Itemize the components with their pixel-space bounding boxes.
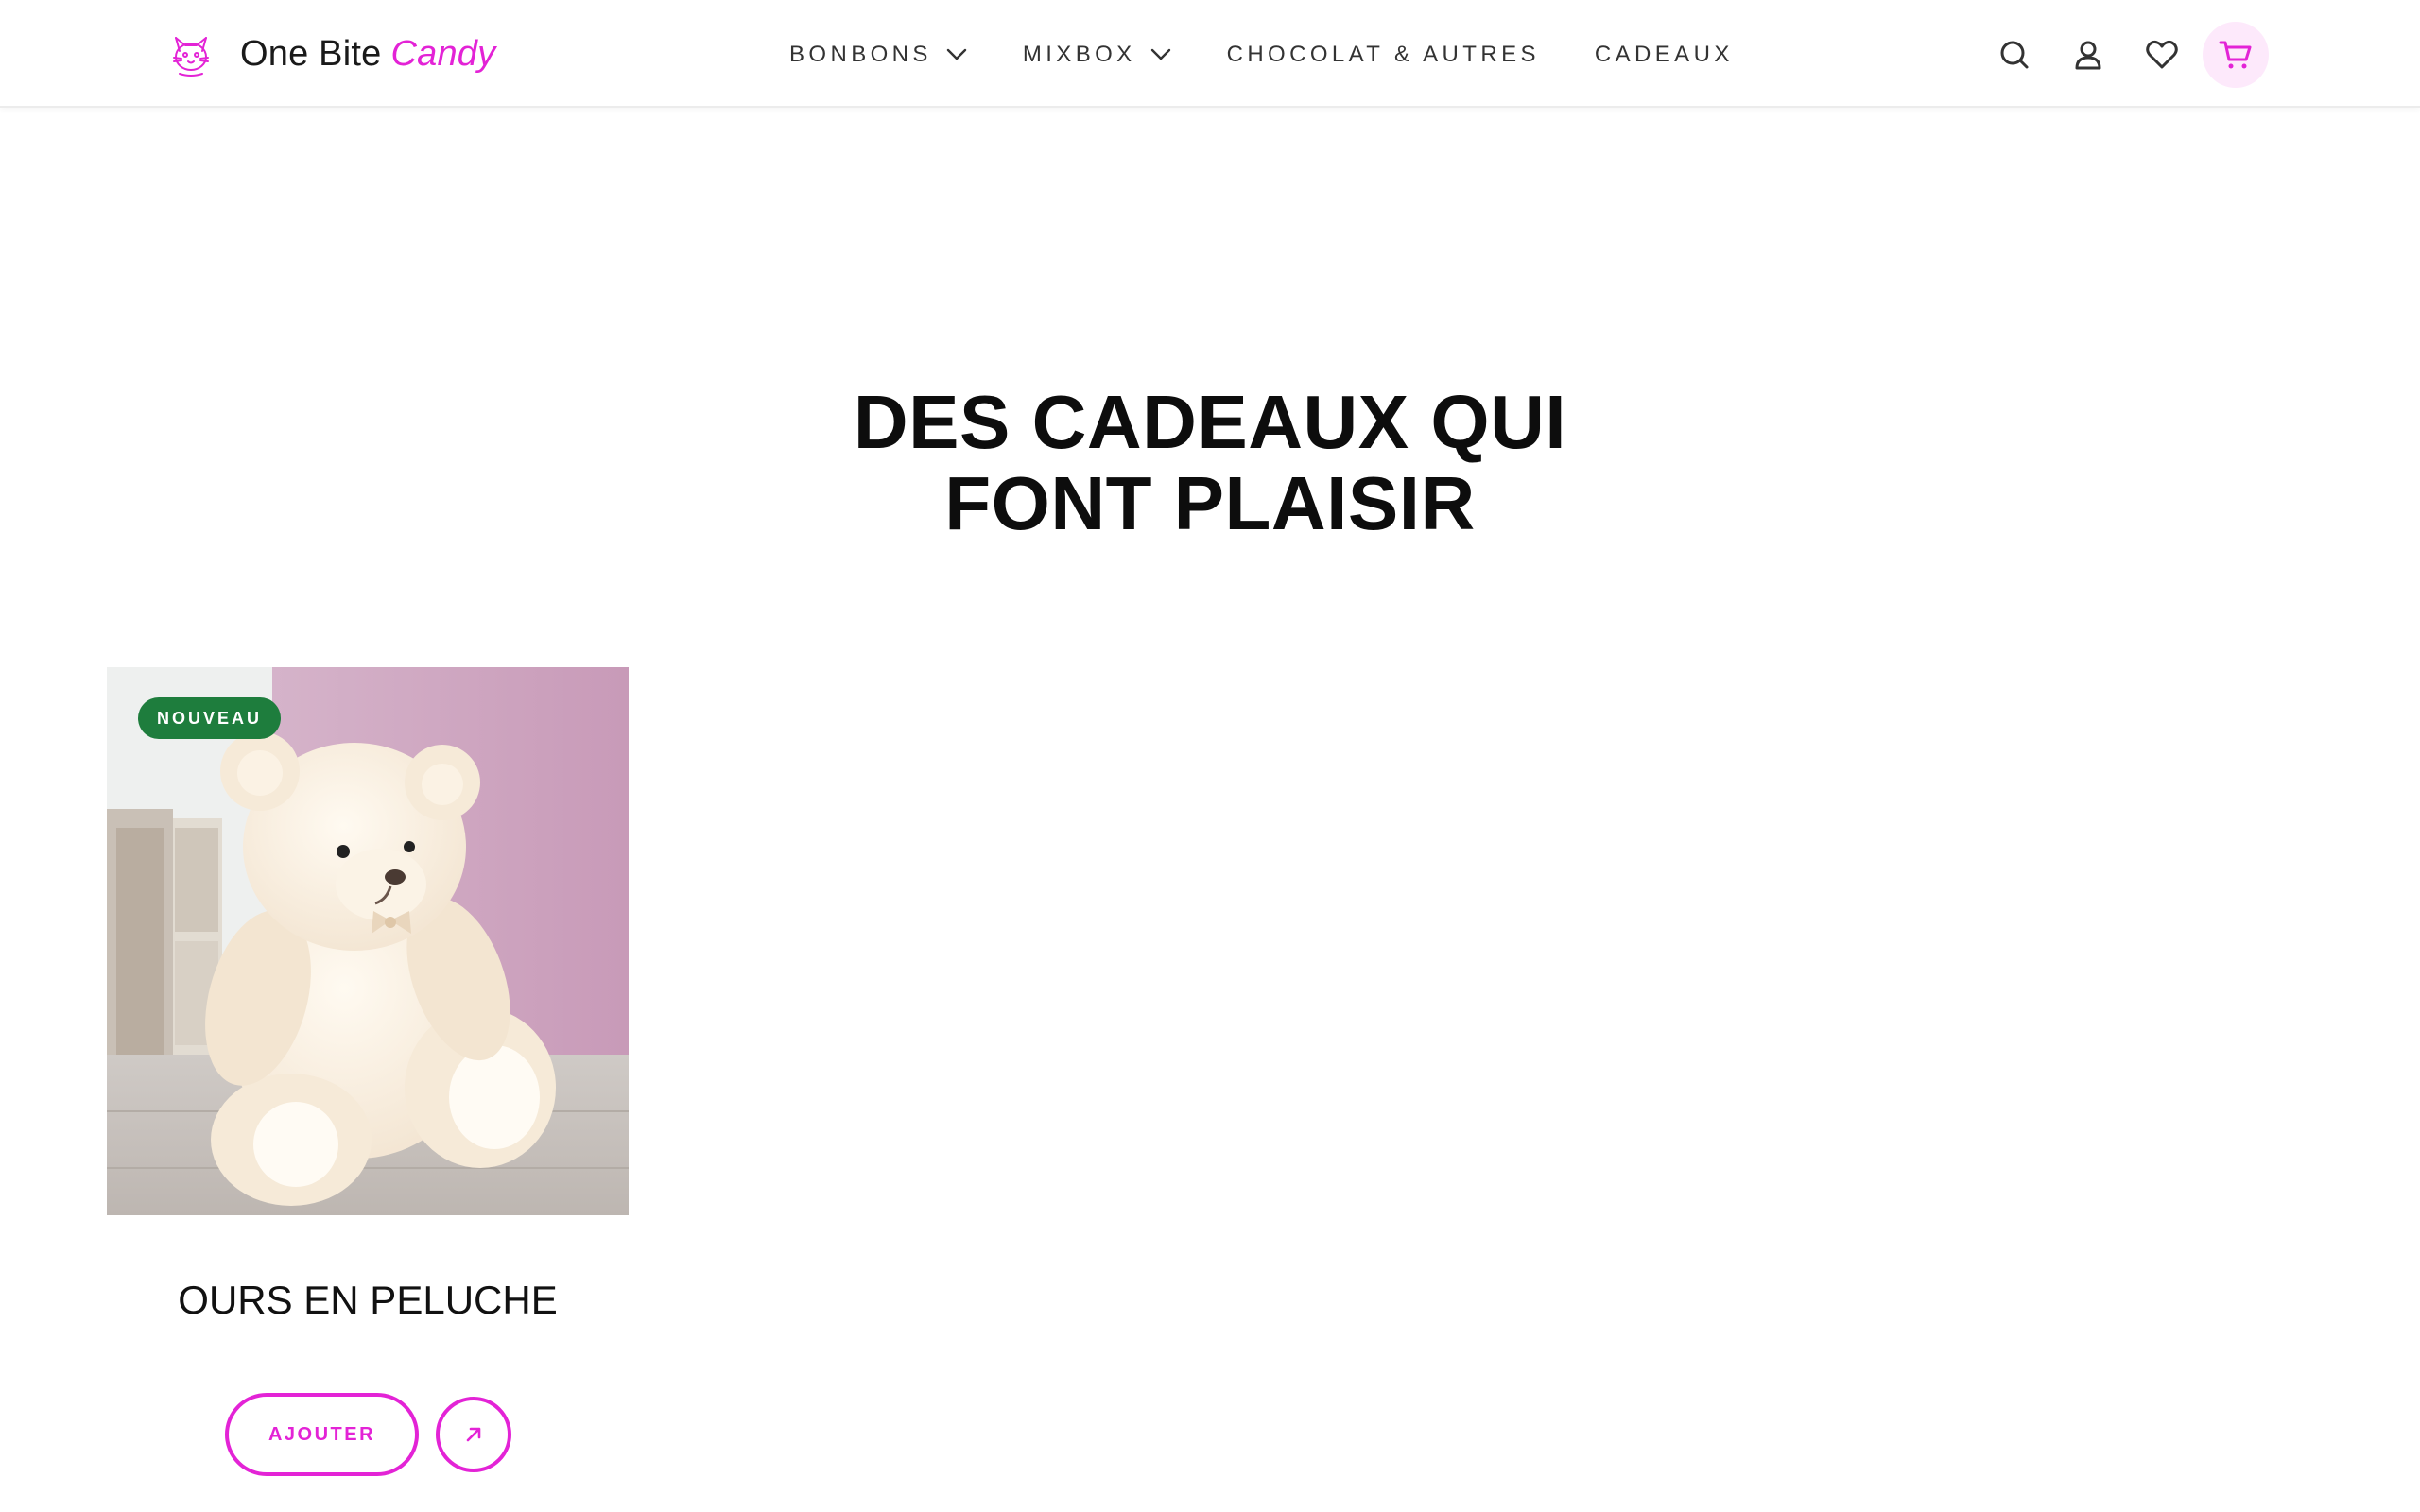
heart-icon [2146, 40, 2178, 69]
nav-item-label: BONBONS [789, 42, 932, 67]
chevron-down-icon [1150, 48, 1170, 60]
view-product-button[interactable] [436, 1397, 511, 1472]
search-button[interactable] [1981, 22, 2048, 88]
main-nav: BONBONS MIXBOX CHOCOLAT & AUTRES CADEAUX [789, 36, 1734, 74]
page-title: DES CADEAUX QUI FONT PLAISIR [853, 380, 1567, 545]
teddy-bear-photo [107, 667, 629, 1215]
product-name[interactable]: OURS EN PELUCHE [107, 1278, 629, 1323]
account-button[interactable] [2055, 22, 2121, 88]
nav-item-label: CHOCOLAT & AUTRES [1226, 42, 1540, 67]
brand-logo[interactable]: One Bite Candy [166, 28, 495, 79]
nav-item-chocolat[interactable]: CHOCOLAT & AUTRES [1227, 42, 1540, 68]
nav-item-label: MIXBOX [1022, 42, 1136, 67]
wishlist-button[interactable] [2129, 22, 2195, 88]
nav-item-label: CADEAUX [1594, 42, 1734, 67]
product-actions: AJOUTER [225, 1393, 511, 1476]
new-badge: NOUVEAU [138, 697, 282, 739]
nav-item-mixbox[interactable]: MIXBOX [1023, 42, 1172, 68]
brand-name: One Bite Candy [240, 34, 495, 75]
cat-logo-icon [173, 37, 209, 77]
arrow-up-right-icon [466, 1427, 481, 1442]
nav-item-cadeaux[interactable]: CADEAUX [1595, 42, 1734, 68]
site-header: One Bite Candy BONBONS MIXBOX CHOCOLAT & … [0, 0, 2420, 108]
nav-item-bonbons[interactable]: BONBONS [789, 42, 968, 68]
cart-button[interactable] [2203, 22, 2269, 88]
account-icon [2075, 41, 2101, 70]
cart-icon [2219, 41, 2252, 69]
brand-name-main: One Bite [240, 33, 382, 74]
product-card: NOUVEAU OURS EN PELUCHE AJOUTER [107, 667, 629, 1476]
header-actions [1981, 19, 2269, 91]
product-image[interactable]: NOUVEAU [107, 667, 629, 1215]
add-to-cart-button[interactable]: AJOUTER [225, 1393, 419, 1476]
brand-name-accent: Candy [390, 33, 496, 74]
search-icon [2000, 41, 2029, 69]
chevron-down-icon [946, 48, 967, 60]
